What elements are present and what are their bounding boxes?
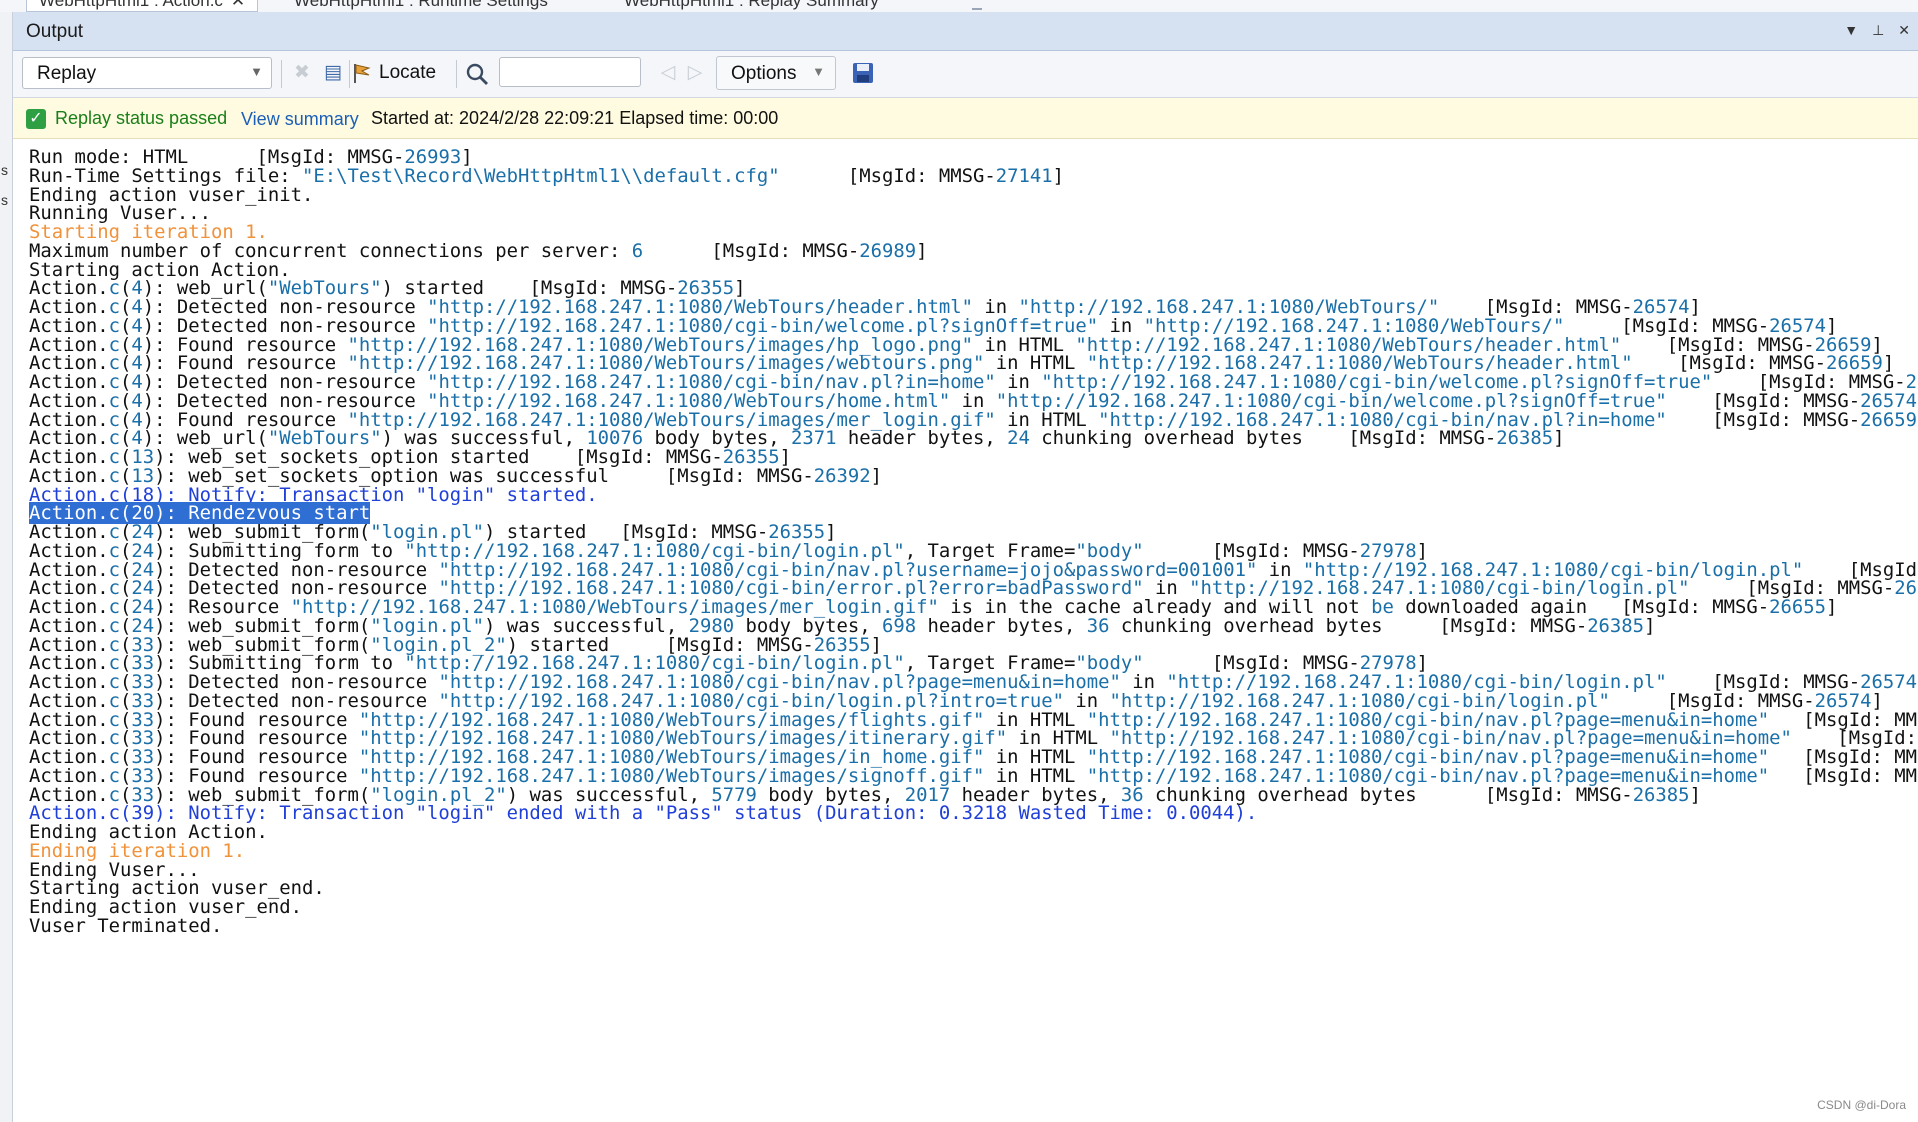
replay-status-bar: ✓ Replay status passed View summary Star… [13,98,1918,139]
save-icon[interactable] [851,61,875,85]
check-icon: ✓ [26,109,46,129]
log-segment: [MsgId: MMSG- [643,239,860,262]
log-segment: [MsgId: MMSG- [779,164,996,187]
log-segment: 26655 [1769,596,1827,618]
options-label: Options [731,63,797,84]
log-segment: 26574 [1894,577,1918,600]
options-button[interactable]: Options ▼ [716,56,836,90]
log-segment: ] [1553,427,1565,450]
view-summary-link[interactable]: View summary [241,109,359,130]
tab-label: WebHttpHtml1 : Action.c [39,0,223,10]
output-log[interactable]: Run mode: HTML [MsgId: MMSG-26993] Run-Ti… [13,146,1918,1106]
log-segment: ] [1644,614,1656,637]
log-segment: 26989 [859,239,917,262]
log-segment: 698 [882,614,917,637]
output-toolbar: Replay ▼ ✖ ▤ Locate ◁ ▷ Options ▼ [13,51,1918,98]
log-segment: header bytes, [916,614,1087,637]
flag-icon [354,64,371,83]
log-segment: [MsgId: MMSG-26 [1803,764,1918,787]
log-segment: ] [870,464,883,487]
log-segment: "E:\Test\Record\WebHttpHtml1\\default.cf… [301,164,780,187]
tab-replay-summary[interactable]: WebHttpHtml1 : Replay Summary [612,0,891,11]
previous-arrow-icon[interactable]: ◁ [656,61,680,85]
log-segment: 26659 [1860,408,1917,431]
locate-button[interactable]: Locate [351,58,436,88]
tab-label: WebHttpHtml1 : Replay Summary [624,0,879,10]
replay-timing-info: Started at: 2024/2/28 22:09:21 Elapsed t… [371,108,779,128]
search-icon[interactable] [465,62,489,86]
log-segment: 26385 [1496,427,1554,450]
tab-runtime-settings[interactable]: WebHttpHtml1 : Runtime Settings [282,0,560,11]
pin-icon[interactable]: ⊥ [1872,22,1884,39]
clear-icon[interactable]: ✖ [290,61,314,85]
log-segment: 2371 [791,427,837,450]
replay-status-text: Replay status passed [55,108,228,128]
chevron-down-icon: ▼ [250,64,263,79]
log-segment: 36 [1086,614,1110,637]
tab-action-c[interactable]: WebHttpHtml1 : Action.c ✕ [26,0,259,12]
chevron-down-icon: ▼ [812,64,825,79]
locate-label: Locate [379,62,437,83]
output-panel: Output ▼ ⊥ ✕ Replay ▼ ✖ ▤ Locate ◁ ▷ Opt… [13,12,1918,1122]
log-segment: 24 [1007,427,1030,450]
output-mode-value: Replay [37,63,97,84]
tabs-scroll-indicator [972,8,982,10]
log-segment: header bytes, [836,427,1008,450]
log-segment: ] [916,239,928,262]
toolbar-separator [349,60,350,88]
left-pane-edge: s s [0,12,13,1122]
output-mode-select[interactable]: Replay ▼ [22,57,272,89]
log-segment: 26385 [1587,614,1645,637]
watermark: CSDN @di-Dora [1817,1098,1906,1112]
log-segment: 6 [631,239,644,262]
log-segment: ] [1689,783,1701,806]
tab-label: WebHttpHtml1 : Runtime Settings [294,0,548,10]
log-segment: Vuser Terminated. [29,914,223,937]
log-segment: ] [1052,164,1064,187]
close-icon[interactable]: ✕ [231,0,245,10]
close-icon[interactable]: ✕ [1898,22,1910,39]
search-input[interactable] [499,57,641,87]
toolbar-separator [456,60,457,88]
panel-header: Output ▼ ⊥ ✕ [13,12,1918,51]
window-icon[interactable]: ▤ [321,61,345,85]
log-segment: 27141 [995,164,1053,187]
next-arrow-icon[interactable]: ▷ [683,61,707,85]
log-segment: chunking overhead bytes [MsgId: MMSG- [1109,614,1588,637]
panel-header-icons: ▼ ⊥ ✕ [1844,22,1910,39]
log-segment: [MsgId: MMSG- [1666,408,1861,431]
log-segment: 26385 [1632,783,1690,806]
panel-title: Output [26,21,84,42]
log-segment: ] [1826,596,1838,618]
log-segment: chunking overhead bytes [MsgId: MMSG- [1029,427,1497,450]
toolbar-separator [281,60,282,88]
left-pane-text: s [1,162,8,178]
log-segment: 26392 [813,464,871,487]
dropdown-arrow-icon[interactable]: ▼ [1844,22,1858,39]
log-line[interactable]: Vuser Terminated. [29,915,222,938]
left-pane-text: s [1,192,8,208]
